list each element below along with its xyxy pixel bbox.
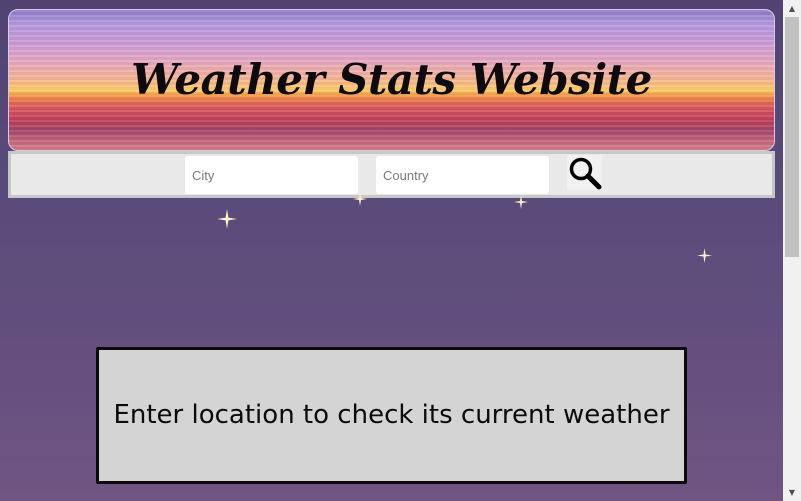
search-icon [569,157,602,190]
sparkle-icon [697,248,712,263]
sparkle-icon [514,195,528,209]
scroll-up-arrow-icon[interactable]: ▲ [783,0,801,17]
sparkle-icon [353,192,367,206]
scroll-down-arrow-icon[interactable]: ▼ [783,484,801,501]
sparkle-icon [217,209,237,229]
header-banner: Weather Stats Website [8,9,775,151]
search-button[interactable] [567,155,602,190]
location-prompt: Enter location to check its current weat… [113,400,670,430]
page: Weather Stats Website Enter location to … [0,0,783,501]
site-title: Weather Stats Website [131,55,652,104]
country-input[interactable] [376,156,549,194]
message-box: Enter location to check its current weat… [96,347,687,484]
scrollbar-thumb[interactable] [785,17,799,257]
search-bar [8,151,775,198]
city-input[interactable] [185,156,358,194]
vertical-scrollbar[interactable]: ▲ ▼ [783,0,801,501]
